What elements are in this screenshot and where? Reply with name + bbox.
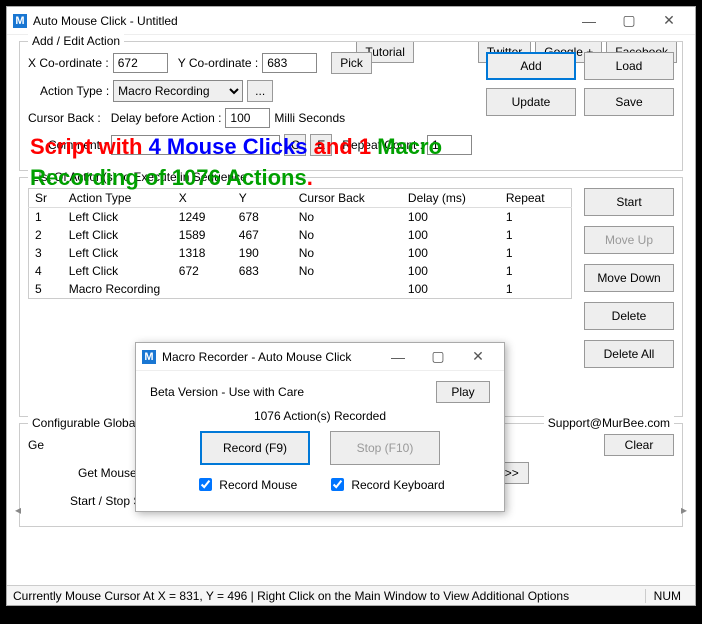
- cell-type: Left Click: [63, 208, 173, 227]
- cell-x: 1249: [173, 208, 233, 227]
- cursor-back-label: Cursor Back :: [28, 111, 101, 125]
- load-button[interactable]: Load: [584, 52, 674, 80]
- add-edit-legend: Add / Edit Action: [28, 34, 124, 48]
- cell-x: 1589: [173, 226, 233, 244]
- delete-button[interactable]: Delete: [584, 302, 674, 330]
- close-button[interactable]: ✕: [649, 9, 689, 33]
- main-titlebar[interactable]: M Auto Mouse Click - Untitled — ▢ ✕: [7, 7, 695, 35]
- cell-sr: 2: [29, 226, 63, 244]
- record-keyboard-checkbox[interactable]: Record Keyboard: [327, 475, 444, 494]
- recorder-app-icon: M: [142, 350, 156, 364]
- add-button[interactable]: Add: [486, 52, 576, 80]
- beta-label: Beta Version - Use with Care: [150, 385, 304, 399]
- scroll-left-icon[interactable]: ◂: [11, 503, 25, 517]
- cell-type: Left Click: [63, 226, 173, 244]
- ms-label: Milli Seconds: [274, 111, 345, 125]
- cell-y: 678: [233, 208, 293, 227]
- record-mouse-checkbox[interactable]: Record Mouse: [195, 475, 297, 494]
- cell-repeat: 1: [500, 208, 572, 227]
- recorder-close-button[interactable]: ✕: [458, 345, 498, 369]
- table-row[interactable]: 1Left Click1249678No1001: [29, 208, 572, 227]
- x-coord-input[interactable]: [113, 53, 168, 73]
- action-table[interactable]: Sr Action Type X Y Cursor Back Delay (ms…: [28, 188, 572, 299]
- cell-y: 467: [233, 226, 293, 244]
- cell-type: Left Click: [63, 244, 173, 262]
- window-title: Auto Mouse Click - Untitled: [33, 14, 569, 28]
- scroll-right-icon[interactable]: ▸: [677, 503, 691, 517]
- cell-x: 1318: [173, 244, 233, 262]
- cell-repeat: 1: [500, 226, 572, 244]
- cell-repeat: 1: [500, 262, 572, 280]
- cell-sr: 5: [29, 280, 63, 299]
- recorded-count: 1076 Action(s) Recorded: [150, 409, 490, 423]
- table-row[interactable]: 5Macro Recording 1001: [29, 280, 572, 299]
- cell-repeat: 1: [500, 280, 572, 299]
- config-legend: Configurable Global: [28, 416, 142, 430]
- delay-input[interactable]: [225, 108, 270, 128]
- move-down-button[interactable]: Move Down: [584, 264, 674, 292]
- delay-label: Delay before Action :: [111, 111, 222, 125]
- cell-delay: 100: [402, 208, 500, 227]
- cell-sr: 3: [29, 244, 63, 262]
- move-up-button[interactable]: Move Up: [584, 226, 674, 254]
- cell-delay: 100: [402, 280, 500, 299]
- status-bar: Currently Mouse Cursor At X = 831, Y = 4…: [7, 585, 695, 605]
- cell-cursor: No: [293, 226, 402, 244]
- cell-delay: 100: [402, 262, 500, 280]
- recorder-titlebar[interactable]: M Macro Recorder - Auto Mouse Click — ▢ …: [136, 343, 504, 371]
- cell-type: Macro Recording: [63, 280, 173, 299]
- cell-y: 190: [233, 244, 293, 262]
- pick-button[interactable]: Pick: [331, 52, 372, 74]
- cell-cursor: [293, 280, 402, 299]
- cell-delay: 100: [402, 226, 500, 244]
- recorder-maximize-button[interactable]: ▢: [418, 345, 458, 369]
- cell-delay: 100: [402, 244, 500, 262]
- action-type-select[interactable]: Macro Recording: [113, 80, 243, 102]
- table-row[interactable]: 2Left Click1589467No1001: [29, 226, 572, 244]
- recorder-title: Macro Recorder - Auto Mouse Click: [162, 350, 378, 364]
- recorder-window: M Macro Recorder - Auto Mouse Click — ▢ …: [135, 342, 505, 512]
- cell-type: Left Click: [63, 262, 173, 280]
- main-window: M Auto Mouse Click - Untitled — ▢ ✕ Tuto…: [6, 6, 696, 606]
- save-button[interactable]: Save: [584, 88, 674, 116]
- cell-x: [173, 280, 233, 299]
- cell-repeat: 1: [500, 244, 572, 262]
- action-type-label: Action Type :: [40, 84, 109, 98]
- record-button[interactable]: Record (F9): [200, 431, 310, 465]
- stop-button[interactable]: Stop (F10): [330, 431, 440, 465]
- cell-cursor: No: [293, 262, 402, 280]
- table-row[interactable]: 4Left Click672683No1001: [29, 262, 572, 280]
- update-button[interactable]: Update: [486, 88, 576, 116]
- numlock-indicator: NUM: [645, 589, 689, 603]
- delete-all-button[interactable]: Delete All: [584, 340, 674, 368]
- cell-sr: 4: [29, 262, 63, 280]
- play-button[interactable]: Play: [436, 381, 490, 403]
- recorder-minimize-button[interactable]: —: [378, 345, 418, 369]
- status-text: Currently Mouse Cursor At X = 831, Y = 4…: [13, 589, 569, 603]
- row1-label: Ge: [28, 438, 44, 452]
- action-type-more-button[interactable]: ...: [247, 80, 273, 102]
- maximize-button[interactable]: ▢: [609, 9, 649, 33]
- cell-y: 683: [233, 262, 293, 280]
- cell-y: [233, 280, 293, 299]
- cell-x: 672: [173, 262, 233, 280]
- x-coord-label: X Co-ordinate :: [28, 56, 109, 70]
- cell-cursor: No: [293, 208, 402, 227]
- annotation-overlay: Script with 4 Mouse Clicks and 1 Macro R…: [30, 132, 670, 194]
- y-coord-input[interactable]: [262, 53, 317, 73]
- cell-sr: 1: [29, 208, 63, 227]
- clear-button-1[interactable]: Clear: [604, 434, 674, 456]
- cell-cursor: No: [293, 244, 402, 262]
- app-icon: M: [13, 14, 27, 28]
- table-row[interactable]: 3Left Click1318190No1001: [29, 244, 572, 262]
- minimize-button[interactable]: —: [569, 9, 609, 33]
- y-coord-label: Y Co-ordinate :: [178, 56, 259, 70]
- support-link[interactable]: Support@MurBee.com: [544, 416, 674, 430]
